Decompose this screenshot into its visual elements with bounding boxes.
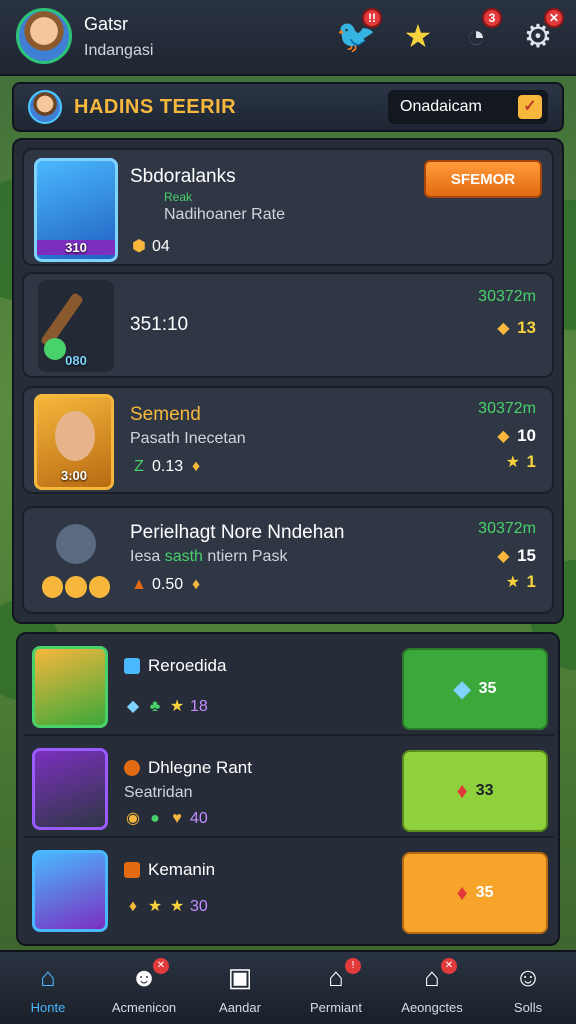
notification-badge: ✕ — [544, 8, 564, 28]
notification-badge: ✕ — [153, 958, 169, 974]
check-icon: ✓ — [518, 95, 542, 119]
gem-icon: ♦ — [456, 880, 468, 905]
gem-icon: ♦ — [128, 898, 138, 915]
list-item[interactable]: Kemanin ♦ ★ ★ 30 ♦ 35 — [24, 842, 554, 940]
list-item[interactable]: Reroedida ◆ ♣ ★ 18 ◆ 35 — [24, 638, 554, 736]
card-stat: ⬢ 04 — [130, 238, 170, 256]
claim-button[interactable]: ◆ 35 — [402, 648, 548, 730]
leaf-icon: Z — [134, 458, 144, 475]
house-icon: ⌂ ! — [319, 958, 361, 992]
settings-icon[interactable]: ⚙ ✕ — [516, 8, 564, 58]
row-stats: ◉ ● ♥ 40 — [124, 810, 208, 828]
nav-social[interactable]: ☺ Solls — [480, 952, 576, 1024]
gem-icon: ♦ — [192, 576, 201, 593]
hero-avatar — [32, 646, 108, 728]
card-featured[interactable]: 310 Sbdoralanks Reak Nadihoaner Rate ⬢ 0… — [22, 148, 554, 266]
player-avatar[interactable] — [16, 8, 72, 64]
row-title: Dhlegne Rant — [124, 758, 252, 778]
notification-badge: ✕ — [441, 958, 457, 974]
hero-avatar — [32, 850, 108, 932]
hero-thumbnail — [38, 514, 114, 610]
star-icon: ★ — [169, 898, 185, 915]
home-icon: ⌂ — [40, 962, 56, 992]
gem-icon: ◆ — [126, 698, 140, 715]
house-icon: ⌂ ✕ — [415, 958, 457, 992]
star-icon: ★ — [147, 898, 163, 915]
profile-icon: ☻ ✕ — [127, 958, 169, 992]
wrench-thumbnail: 080 — [38, 280, 114, 372]
card-title: Sbdoralanks — [130, 166, 236, 187]
calendar-icon: ▣ — [227, 962, 253, 992]
hero-avatar — [32, 748, 108, 830]
card-stat: Z 0.13 ♦ — [130, 458, 205, 476]
card-stat: ▲ 0.50 ♦ — [130, 576, 205, 594]
blue-square-icon — [124, 658, 140, 674]
orange-circle-icon — [124, 760, 140, 776]
main-panel: 310 Sbdoralanks Reak Nadihoaner Rate ⬢ 0… — [12, 138, 564, 624]
row-stats: ♦ ★ ★ 30 — [124, 898, 208, 916]
list-item[interactable]: Dhlegne Rant Seatridan ◉ ● ♥ 40 ♦ 33 — [24, 740, 554, 838]
star-icon: ★ — [505, 454, 520, 471]
nav-calendar[interactable]: ▣ Aandar — [192, 952, 288, 1024]
nav-home[interactable]: ⌂ Honte — [0, 952, 96, 1024]
notification-badge: ! — [345, 958, 361, 974]
card-item[interactable]: 3:00 Semend Pasath Inecetan Z 0.13 ♦ 303… — [22, 386, 554, 494]
card-title: Perielhagt Nore Nndehan — [130, 522, 345, 543]
nav-permit[interactable]: ⌂ ! Permiant — [288, 952, 384, 1024]
claim-button[interactable]: ♦ 33 — [402, 750, 548, 832]
row-title: Reroedida — [124, 656, 226, 676]
card-subtitle: Nadihoaner Rate — [164, 206, 285, 223]
card-item[interactable]: Perielhagt Nore Nndehan Iesa sasth ntier… — [22, 506, 554, 614]
hero-thumbnail: 310 — [34, 158, 118, 262]
player-name: Gatsr — [84, 14, 129, 34]
star-icon: ★ — [505, 574, 520, 591]
header-avatar — [28, 90, 62, 124]
leaderboard-header: HADINS TEERIR Onadaicam ✓ — [12, 82, 564, 132]
leaf-icon: ♣ — [149, 698, 161, 715]
person-icon: ☺ — [514, 962, 542, 992]
gem-icon: ♦ — [192, 458, 201, 475]
card-value: 30372m — [478, 520, 536, 537]
star-icon: ★ — [169, 698, 185, 715]
notification-badge: !! — [362, 8, 382, 28]
card-tag: Reak — [164, 190, 193, 204]
bottom-nav: ⌂ Honte ☻ ✕ Acmenicon ▣ Aandar ⌂ ! Permi… — [0, 950, 576, 1024]
coin-icon: ⬢ — [132, 238, 146, 255]
reward-list: Reroedida ◆ ♣ ★ 18 ◆ 35 Dhlegne Rant Sea… — [16, 632, 560, 946]
orange-square-icon — [124, 862, 140, 878]
row-stats: ◆ ♣ ★ 18 — [124, 698, 208, 716]
gauge-icon[interactable]: ◔ 3 — [454, 8, 502, 58]
player-subtitle: Indangasi — [84, 42, 154, 59]
card-subtitle: Iesa sasth ntiern Pask — [130, 548, 288, 565]
gem-icon: ◆ — [453, 676, 471, 701]
star-icon[interactable]: ★ — [396, 14, 440, 58]
hero-thumbnail: 3:00 — [34, 394, 114, 490]
nav-achievements[interactable]: ☻ ✕ Acmenicon — [96, 952, 192, 1024]
chest-icon: ▲ — [131, 576, 147, 593]
claim-button[interactable]: ♦ 35 — [402, 852, 548, 934]
bird-icon[interactable]: 🐦 !! — [334, 8, 382, 58]
top-bar: Gatsr Indangasi 🐦 !! ★ ◔ 3 ⚙ ✕ — [0, 0, 576, 76]
gem-icon: ◆ — [497, 548, 510, 565]
card-value: 30372m — [478, 400, 536, 417]
row-title: Kemanin — [124, 860, 215, 880]
nav-agents[interactable]: ⌂ ✕ Aeongctes — [384, 952, 480, 1024]
shield-icon: ♥ — [172, 810, 182, 827]
card-item[interactable]: 080 351:10 30372m ◆ 13 — [22, 272, 554, 378]
gem-icon: ◆ — [497, 320, 510, 337]
coin-icon: ◉ — [126, 810, 140, 827]
card-subtitle: Pasath Inecetan — [130, 430, 246, 447]
card-value: 30372m — [478, 288, 536, 305]
gem-icon: ◆ — [497, 428, 510, 445]
card-title: 351:10 — [130, 314, 189, 335]
leaf-icon: ● — [150, 810, 160, 827]
gem-icon: ♦ — [456, 778, 468, 803]
notification-badge: 3 — [482, 8, 502, 28]
header-button[interactable]: Onadaicam ✓ — [388, 90, 548, 124]
card-title: Semend — [130, 404, 201, 425]
featured-button[interactable]: SFEMOR — [424, 160, 542, 198]
row-subtitle: Seatridan — [124, 784, 193, 801]
header-title: HADINS TEERIR — [74, 96, 237, 118]
